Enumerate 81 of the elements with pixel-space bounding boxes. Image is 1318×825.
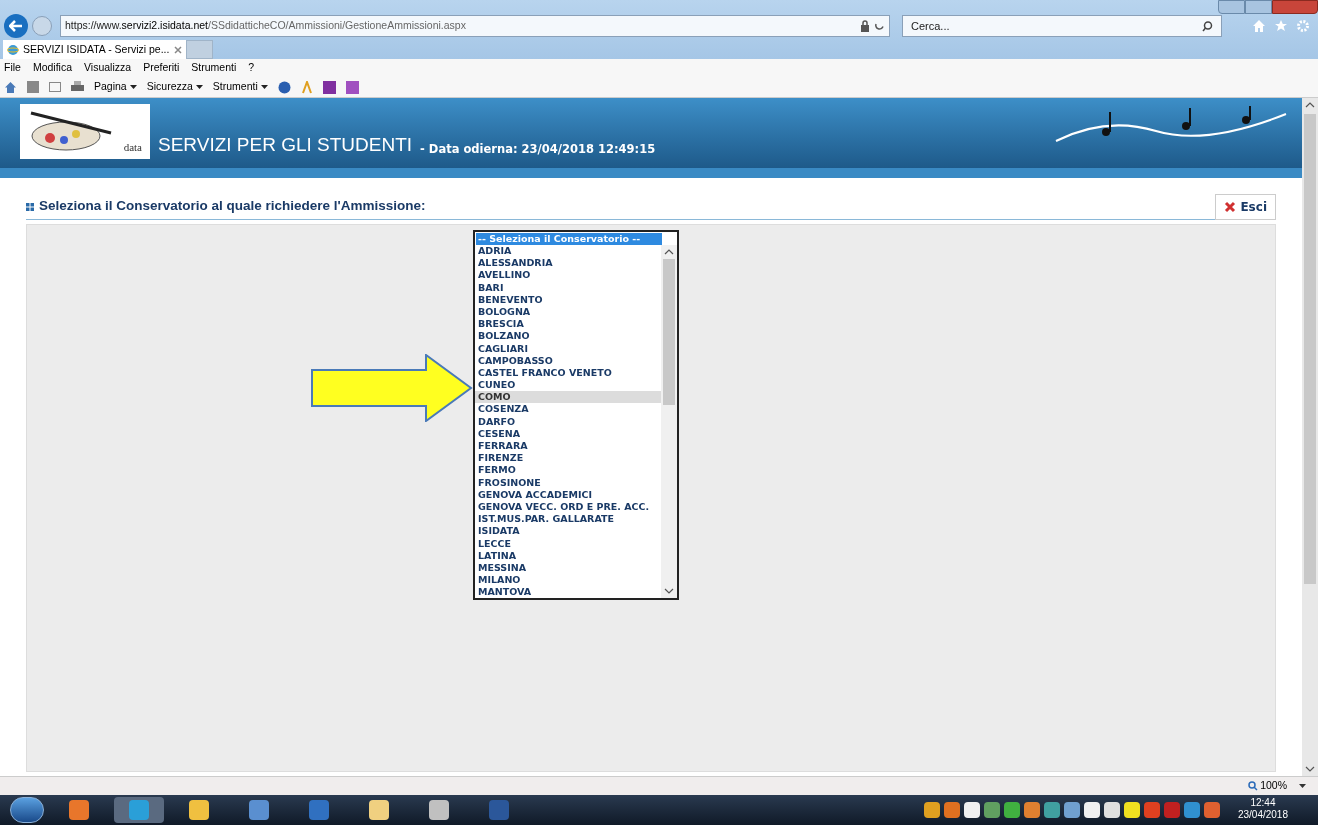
header-date: - Data odierna: 23/04/2018 12:49:15 [420, 140, 656, 158]
dropdown-option[interactable]: FIRENZE [475, 452, 661, 465]
scroll-thumb[interactable] [663, 259, 675, 405]
start-button[interactable] [10, 797, 44, 823]
dropdown-option[interactable]: DARFO [475, 415, 661, 428]
dropdown-option[interactable]: GENOVA VECC. ORD E PRE. ACC. [475, 500, 661, 514]
caret-icon [195, 85, 203, 89]
dropdown-option[interactable]: BOLOGNA [475, 305, 661, 319]
dropdown-option[interactable]: AVELLINO [475, 269, 661, 282]
close-x-icon [1224, 200, 1237, 213]
dropdown-option[interactable]: FERRARA [475, 440, 661, 453]
dropdown-option[interactable]: LECCE [475, 537, 661, 550]
dropdown-option[interactable]: FERMO [475, 464, 661, 477]
dropdown-header-option[interactable]: -- Seleziona il Conservatorio -- [476, 233, 662, 245]
conservatory-dropdown[interactable] [473, 230, 679, 601]
address-field[interactable]: https://www.servizi2.isidata.net/SSdidatticheCO/Ammissioni/GestioneAmmissioni.aspx [60, 15, 890, 37]
dropdown-option[interactable]: BENEVENTO [475, 293, 661, 306]
dropdown-option[interactable]: ADRIA [475, 245, 661, 258]
lock-icon [860, 20, 870, 32]
tray-icon[interactable] [1063, 802, 1080, 818]
toolbar-addon-icon[interactable] [345, 80, 359, 94]
dropdown-option[interactable]: CESENA [475, 427, 661, 440]
command-menu[interactable]: Sicurezza [146, 79, 203, 95]
tray-icon[interactable] [1003, 802, 1020, 818]
tray-icon[interactable] [1083, 802, 1100, 818]
dropdown-option[interactable]: LATINA [475, 549, 661, 562]
command-menu[interactable]: Pagina [94, 79, 137, 95]
scroll-thumb[interactable] [1304, 114, 1316, 584]
command-menu[interactable]: Strumenti [212, 79, 268, 95]
dropdown-option[interactable]: CAMPOBASSO [475, 354, 661, 367]
menu-item[interactable]: Strumenti [191, 60, 237, 76]
dropdown-option[interactable]: CUNEO [475, 379, 661, 392]
dropdown-option[interactable]: CASTEL FRANCO VENETO [475, 366, 661, 380]
caret-icon [260, 85, 268, 89]
dropdown-option[interactable]: FROSINONE [475, 476, 661, 489]
search-field[interactable]: Cerca... [902, 15, 1222, 37]
caret-icon [129, 85, 137, 89]
dropdown-option[interactable]: BRESCIA [475, 318, 661, 331]
zoom-icon [1248, 781, 1259, 791]
url-text: https://www.servizi2.isidata.net/SSdidatticheCO/Ammissioni/GestioneAmmissioni.aspx [65, 18, 466, 34]
home-icon[interactable] [4, 80, 17, 94]
tray-icon[interactable] [1103, 802, 1120, 818]
printer-icon[interactable] [71, 81, 84, 93]
menu-item[interactable]: File [4, 60, 21, 76]
browser-logo-icon [7, 43, 19, 56]
header-title: SERVIZI PER GLI STUDENTI [158, 132, 413, 157]
back-arrow-icon [9, 20, 23, 32]
close-tab-icon[interactable] [174, 45, 182, 54]
dropdown-option[interactable]: MANTOVA [475, 586, 661, 599]
dropdown-option[interactable]: IST.MUS.PAR. GALLARATE [475, 513, 661, 526]
star-icon[interactable] [1274, 19, 1288, 33]
menu-item[interactable]: Visualizza [84, 60, 132, 76]
tray-icon[interactable] [1123, 802, 1140, 818]
dropdown-option[interactable]: COMO [475, 391, 661, 404]
zoom-level[interactable]: 100% [1248, 778, 1287, 794]
caret-icon[interactable] [1299, 784, 1306, 788]
dropdown-option[interactable]: ISIDATA [475, 525, 661, 538]
dropdown-option[interactable]: BOLZANO [475, 330, 661, 343]
form-label: Seleziona il Conservatorio al quale richiedere l'Ammissione: [39, 197, 426, 216]
dropdown-option[interactable]: ALESSANDRIA [475, 257, 661, 270]
clock[interactable]: 12:44 23/04/2018 [1237, 797, 1288, 823]
dropdown-option[interactable]: CAGLIARI [475, 342, 661, 355]
dropdown-option[interactable]: GENOVA ACCADEMICI [475, 488, 661, 501]
menu-item[interactable]: Modifica [32, 60, 73, 76]
dropdown-option[interactable]: MESSINA [475, 561, 661, 575]
dropdown-option[interactable]: COSENZA [475, 403, 661, 416]
search-icon[interactable] [1202, 20, 1213, 32]
tray-icon[interactable] [923, 802, 940, 818]
dropdown-option[interactable]: BARI [475, 281, 661, 294]
logo: data [20, 104, 150, 159]
grid-bullet-icon [26, 202, 34, 211]
browser-tab[interactable]: SERVIZI ISIDATA - Servizi pe... [3, 40, 186, 59]
menu-item[interactable]: ? [248, 60, 255, 76]
dropdown-option[interactable]: MILANO [475, 574, 661, 587]
menu-item[interactable]: Preferiti [143, 60, 180, 76]
back-button[interactable] [4, 14, 28, 38]
page-scrollbar[interactable] [1302, 98, 1318, 776]
exit-button[interactable]: Esci [1215, 193, 1276, 220]
tray-icon[interactable] [963, 802, 980, 818]
toolbar-addon-icon[interactable] [322, 80, 336, 94]
dropdown-scrollbar[interactable] [661, 245, 677, 599]
